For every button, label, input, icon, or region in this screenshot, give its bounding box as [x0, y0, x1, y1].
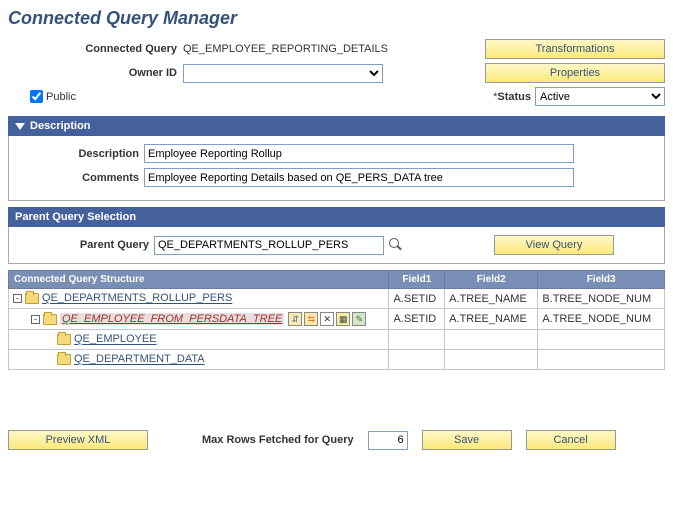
properties-icon[interactable]: ✎: [352, 312, 366, 326]
parent-query-section-body: Parent Query View Query: [8, 227, 665, 264]
field2-cell: A.TREE_NAME: [445, 289, 538, 309]
status-label: Status: [497, 91, 535, 103]
status-select[interactable]: Active: [535, 87, 665, 106]
owner-id-label: Owner ID: [8, 67, 183, 79]
field2-cell: A.TREE_NAME: [445, 309, 538, 330]
properties-button[interactable]: Properties: [485, 63, 665, 83]
field3-cell: A.TREE_NODE_NUM: [538, 309, 665, 330]
collapse-icon[interactable]: -: [31, 315, 40, 324]
table-row: QE_DEPARTMENT_DATA: [9, 350, 665, 370]
public-checkbox[interactable]: [30, 90, 43, 103]
connected-query-label: Connected Query: [8, 43, 183, 55]
max-rows-input[interactable]: [368, 431, 408, 450]
field2-cell: [445, 330, 538, 350]
insert-sibling-icon[interactable]: ⇆: [304, 312, 318, 326]
query-node-link[interactable]: QE_DEPARTMENTS_ROLLUP_PERS: [42, 293, 232, 305]
page-title: Connected Query Manager: [8, 8, 665, 29]
view-query-button[interactable]: View Query: [494, 235, 614, 255]
cancel-button[interactable]: Cancel: [526, 430, 616, 450]
folder-icon: [25, 293, 39, 304]
col-field2: Field2: [445, 271, 538, 289]
query-node-link[interactable]: QE_DEPARTMENT_DATA: [74, 354, 205, 366]
field3-cell: B.TREE_NODE_NUM: [538, 289, 665, 309]
col-structure: Connected Query Structure: [9, 271, 389, 289]
parent-query-label: Parent Query: [19, 239, 154, 251]
description-input[interactable]: [144, 144, 574, 163]
owner-id-select[interactable]: [183, 64, 383, 83]
field1-cell: [389, 350, 445, 370]
footer-row: Preview XML Max Rows Fetched for Query S…: [8, 430, 665, 450]
parent-query-input[interactable]: [154, 236, 384, 255]
folder-icon: [43, 314, 57, 325]
table-row: - QE_DEPARTMENTS_ROLLUP_PERS A.SETIDA.TREE…: [9, 289, 665, 309]
connected-query-structure-table: Connected Query Structure Field1 Field2 …: [8, 270, 665, 370]
save-button[interactable]: Save: [422, 430, 512, 450]
lookup-icon[interactable]: [388, 237, 404, 253]
field1-cell: A.SETID: [389, 309, 445, 330]
table-row: - QE_EMPLOYEE_FROM_PERSDATA_TREE ⇵⇆✕▦✎ A.SE…: [9, 309, 665, 330]
folder-icon: [57, 354, 71, 365]
table-row: QE_EMPLOYEE: [9, 330, 665, 350]
folder-icon: [57, 334, 71, 345]
field3-cell: [538, 330, 665, 350]
field1-cell: [389, 330, 445, 350]
max-rows-label: Max Rows Fetched for Query: [202, 434, 354, 446]
field2-cell: [445, 350, 538, 370]
description-section-title: Description: [30, 120, 91, 132]
public-label: Public: [46, 91, 76, 103]
col-field1: Field1: [389, 271, 445, 289]
insert-child-icon[interactable]: ⇵: [288, 312, 302, 326]
parent-query-section-title: Parent Query Selection: [15, 211, 136, 223]
field1-cell: A.SETID: [389, 289, 445, 309]
parent-query-section-header: Parent Query Selection: [8, 207, 665, 227]
transformations-button[interactable]: Transformations: [485, 39, 665, 59]
description-label: Description: [19, 148, 144, 160]
preview-xml-button[interactable]: Preview XML: [8, 430, 148, 450]
connected-query-value: QE_EMPLOYEE_REPORTING_DETAILS: [183, 43, 485, 55]
map-fields-icon[interactable]: ▦: [336, 312, 350, 326]
field3-cell: [538, 350, 665, 370]
description-section-header[interactable]: Description: [8, 116, 665, 136]
description-section-body: Description Comments: [8, 136, 665, 201]
collapse-icon: [15, 123, 25, 130]
query-node-link[interactable]: QE_EMPLOYEE_FROM_PERSDATA_TREE: [60, 313, 284, 325]
col-field3: Field3: [538, 271, 665, 289]
collapse-icon[interactable]: -: [13, 294, 22, 303]
delete-icon[interactable]: ✕: [320, 312, 334, 326]
comments-label: Comments: [19, 172, 144, 184]
query-node-link[interactable]: QE_EMPLOYEE: [74, 334, 157, 346]
comments-input[interactable]: [144, 168, 574, 187]
